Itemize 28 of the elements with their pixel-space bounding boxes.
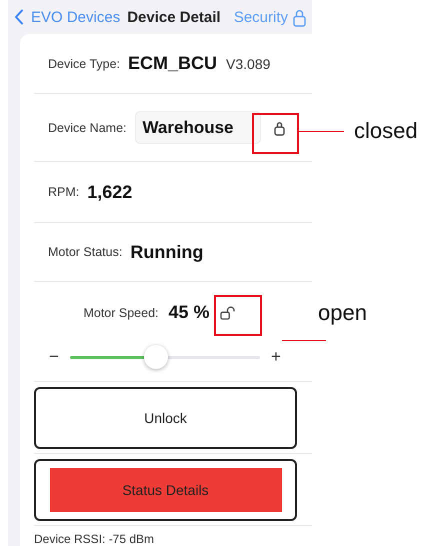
chevron-left-icon (14, 9, 24, 25)
lock-icon (293, 8, 306, 26)
status-details-button[interactable]: Status Details (50, 468, 282, 512)
lock-icon[interactable] (274, 120, 284, 136)
field-value: Running (130, 242, 204, 262)
annotation-box (252, 113, 299, 154)
field-label: Device Type: (48, 56, 120, 70)
minus-button[interactable]: − (48, 347, 60, 367)
leader-line (282, 340, 326, 341)
name-field[interactable]: Warehouse (134, 111, 260, 144)
unlock-button[interactable]: Unlock (34, 387, 297, 449)
annotation-label: open (318, 300, 367, 326)
field-label: Motor Status: (48, 245, 122, 259)
field-label: RPM: (48, 185, 80, 199)
rssi-text: Device RSSI: -75 dBm (34, 531, 156, 546)
field-label: Device Name: (48, 120, 126, 134)
slider-thumb[interactable] (144, 345, 168, 369)
plus-button[interactable]: + (270, 347, 282, 367)
screen-title: Device Detail (127, 8, 221, 26)
field-value: ECM_BCU (128, 53, 218, 74)
unlock-icon[interactable] (220, 306, 235, 320)
field-value: 1,622 (87, 182, 132, 202)
field-value: 45 % (168, 302, 210, 323)
annotation-box (214, 295, 262, 336)
annotation-label: closed (354, 118, 418, 144)
field-label: Motor Speed: (83, 306, 158, 320)
version-text: V3.089 (226, 56, 270, 72)
leader-line (299, 131, 344, 132)
